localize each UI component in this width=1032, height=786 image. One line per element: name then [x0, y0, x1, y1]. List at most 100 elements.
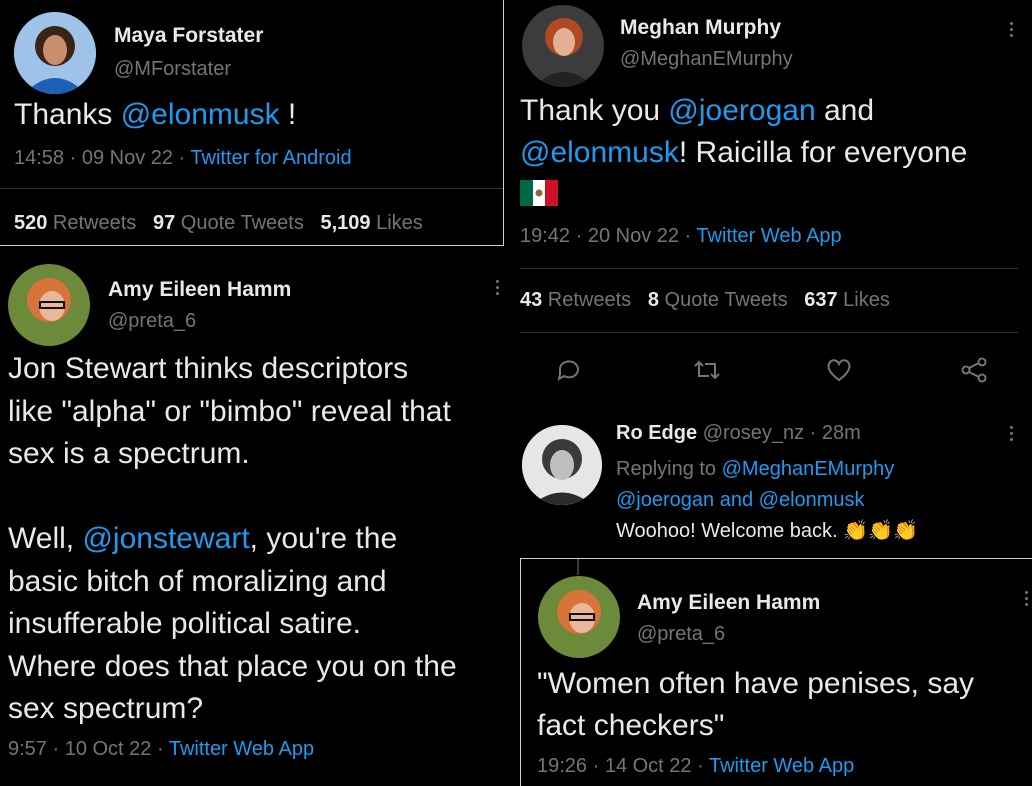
- text-segment: Thanks: [14, 98, 121, 131]
- avatar[interactable]: [522, 5, 604, 87]
- engagement-stats: 520 Retweets 97 Quote Tweets 5,109 Likes: [14, 212, 423, 235]
- author-handle[interactable]: @MForstater: [114, 58, 231, 81]
- timestamp: 19:42 · 20 Nov 22 · Twitter Web App: [520, 225, 842, 248]
- text-segment: !: [279, 98, 297, 131]
- tweet-amy-short: Amy Eileen Hamm @preta_6 "Women often ha…: [520, 558, 1032, 786]
- text-segment: ! Raicilla for everyone: [678, 136, 968, 169]
- more-options-icon[interactable]: [1025, 591, 1031, 609]
- text-line: insufferable political satire.: [8, 607, 361, 640]
- retweet-icon[interactable]: [692, 356, 722, 389]
- tweet-time[interactable]: 19:26 · 14 Oct 22 ·: [537, 755, 709, 777]
- paragraph-break: [8, 476, 457, 519]
- author-handle[interactable]: @preta_6: [108, 310, 196, 333]
- likes-count: 637: [804, 289, 838, 311]
- author-handle[interactable]: @preta_6: [637, 623, 725, 646]
- flag-mexico-icon: [520, 176, 967, 218]
- avatar-image: [14, 12, 96, 94]
- timestamp: 9:57 · 10 Oct 22 · Twitter Web App: [8, 738, 314, 761]
- tweet-source: Twitter Web App: [708, 755, 855, 777]
- retweets-stat[interactable]: 43 Retweets: [520, 289, 631, 311]
- tweet-text: Thanks @elonmusk !: [14, 98, 296, 132]
- replying-label: Replying to: [616, 458, 722, 480]
- more-options-icon[interactable]: [1010, 22, 1016, 40]
- tweet-amy-long: Amy Eileen Hamm @preta_6 Jon Stewart thi…: [0, 248, 512, 786]
- likes-stat[interactable]: 5,109 Likes: [321, 212, 423, 234]
- quotes-label: Quote Tweets: [175, 212, 304, 234]
- avatar[interactable]: [14, 12, 96, 94]
- author-name[interactable]: Ro Edge: [616, 422, 697, 444]
- author-name[interactable]: Amy Eileen Hamm: [108, 278, 291, 302]
- text-segment: Thank you: [520, 94, 669, 127]
- quotes-count: 8: [647, 289, 659, 311]
- text-line: Well, @jonstewart, you're the: [8, 518, 457, 561]
- text-line: @elonmusk! Raicilla for everyone: [520, 132, 967, 174]
- likes-label: Likes: [837, 289, 890, 311]
- text-line: Thank you @joerogan and: [520, 90, 967, 132]
- tweet-source: Twitter for Android: [190, 147, 352, 169]
- text-line: @joerogan and @elonmusk: [616, 485, 894, 516]
- quotes-count: 97: [152, 212, 176, 234]
- more-options-icon[interactable]: [1010, 426, 1016, 444]
- avatar[interactable]: [8, 264, 90, 346]
- text-line: basic bitch of moralizing and: [8, 564, 387, 598]
- text-line: Jon Stewart thinks descriptors: [8, 352, 409, 385]
- avatar-image: [8, 264, 90, 346]
- divider: [520, 268, 1018, 269]
- tweet-time[interactable]: 9:57 · 10 Oct 22 ·: [8, 738, 169, 760]
- author-name[interactable]: Maya Forstater: [114, 24, 263, 48]
- mention-elonmusk[interactable]: @elonmusk: [759, 489, 865, 511]
- retweets-count: 520: [14, 212, 48, 234]
- author-handle[interactable]: @MeghanEMurphy: [620, 48, 793, 71]
- likes-label: Likes: [370, 212, 423, 234]
- retweets-count: 43: [520, 289, 543, 311]
- clapping-hands-icon: 👏👏👏: [843, 520, 918, 542]
- avatar-image: [538, 576, 620, 658]
- mention-meghanemurphy[interactable]: @MeghanEMurphy: [722, 458, 895, 480]
- text-segment: , you're the: [249, 522, 398, 555]
- reply-text: Woohoo! Welcome back. 👏👏👏: [616, 518, 918, 543]
- text-line: Where does that place you on the: [8, 649, 457, 683]
- tweet-text: Thank you @joerogan and @elonmusk! Raici…: [520, 90, 967, 218]
- text-segment: Well,: [8, 522, 83, 555]
- text-line: Replying to @MeghanEMurphy: [616, 454, 894, 485]
- retweets-stat[interactable]: 520 Retweets: [14, 212, 136, 234]
- tweet-maya: Maya Forstater @MForstater Thanks @elonm…: [0, 0, 504, 246]
- divider: [520, 332, 1018, 333]
- tweet-text: Jon Stewart thinks descriptors like "alp…: [8, 348, 457, 731]
- avatar[interactable]: [522, 425, 602, 505]
- text-line: like "alpha" or "bimbo" reveal that: [8, 394, 451, 428]
- tweet-time[interactable]: 19:42 · 20 Nov 22 ·: [520, 225, 696, 247]
- timestamp: 14:58 · 09 Nov 22 · Twitter for Android: [14, 147, 352, 170]
- avatar[interactable]: [538, 576, 620, 658]
- timestamp: 19:26 · 14 Oct 22 · Twitter Web App: [537, 755, 854, 778]
- text-line: sex spectrum?: [8, 692, 204, 725]
- author-name[interactable]: Amy Eileen Hamm: [637, 591, 820, 615]
- tweet-time[interactable]: 14:58 · 09 Nov 22 ·: [14, 147, 190, 169]
- more-options-icon[interactable]: [496, 280, 502, 298]
- retweets-label: Retweets: [542, 289, 632, 311]
- text-segment: and: [714, 489, 759, 511]
- author-handle[interactable]: @rosey_nz · 28m: [703, 422, 861, 444]
- divider: [0, 188, 503, 189]
- author-name[interactable]: Meghan Murphy: [620, 16, 781, 40]
- reply-ro-edge: Ro Edge @rosey_nz · 28m Replying to @Meg…: [506, 410, 1032, 556]
- likes-stat[interactable]: 637 Likes: [804, 289, 890, 311]
- tweet-text: "Women often have penises, say fact chec…: [537, 663, 974, 747]
- likes-count: 5,109: [320, 212, 371, 234]
- text-line: fact checkers": [537, 709, 725, 742]
- avatar-image: [522, 425, 602, 505]
- share-icon[interactable]: [960, 356, 990, 389]
- mention-elonmusk[interactable]: @elonmusk: [121, 98, 280, 131]
- mention-joerogan[interactable]: @joerogan: [668, 94, 815, 127]
- mention-jonstewart[interactable]: @jonstewart: [82, 522, 249, 555]
- quotes-stat[interactable]: 97 Quote Tweets: [153, 212, 304, 234]
- thread-line: [577, 559, 579, 575]
- mention-elonmusk[interactable]: @elonmusk: [520, 136, 679, 169]
- text-segment: Woohoo! Welcome back.: [616, 520, 844, 542]
- quotes-stat[interactable]: 8 Quote Tweets: [648, 289, 788, 311]
- retweets-label: Retweets: [47, 212, 137, 234]
- tweet-source: Twitter Web App: [696, 225, 842, 247]
- mention-joerogan[interactable]: @joerogan: [616, 489, 714, 511]
- reply-icon[interactable]: [554, 356, 582, 389]
- like-icon[interactable]: [824, 356, 854, 389]
